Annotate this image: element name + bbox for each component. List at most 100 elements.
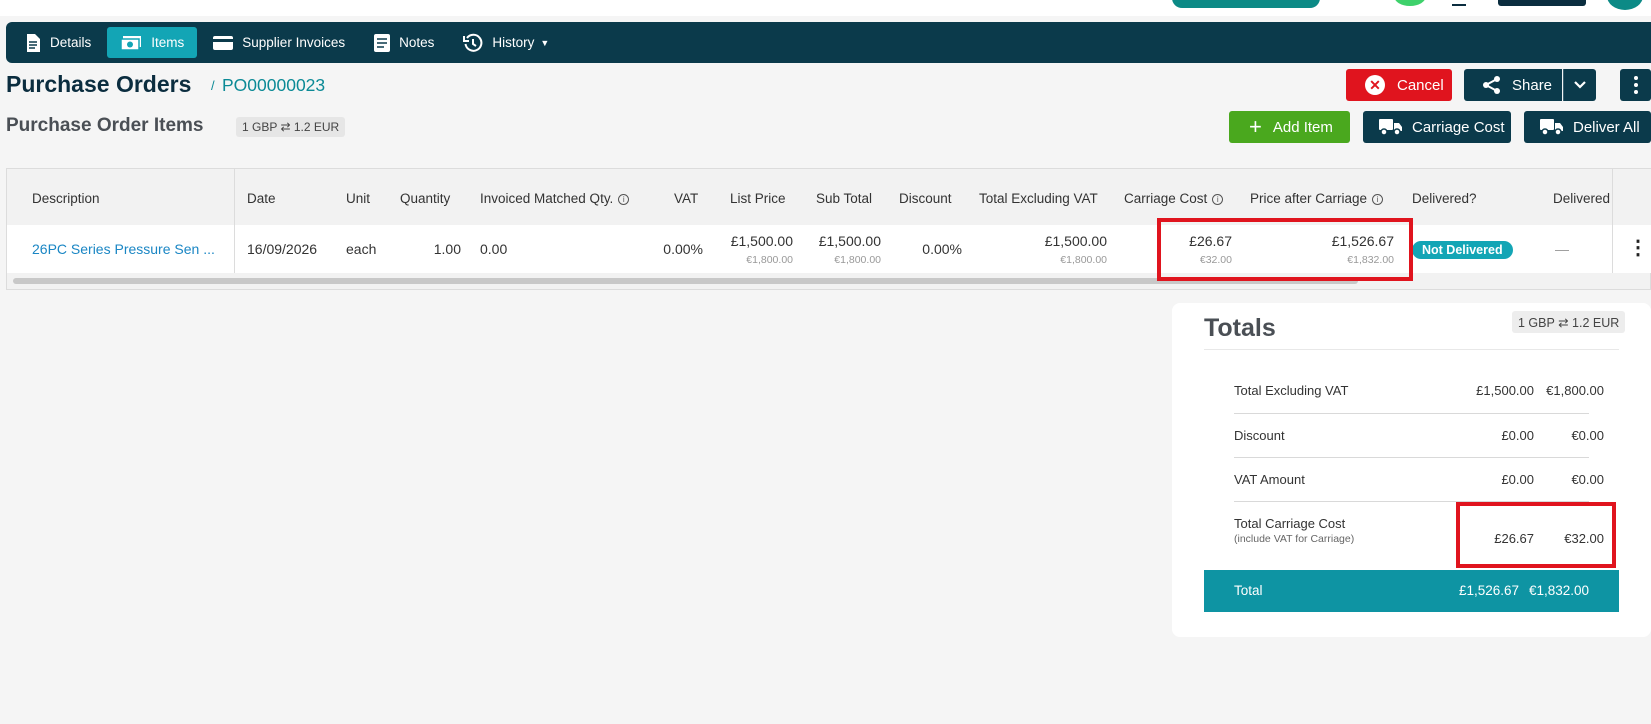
column-header-price-after-carriage[interactable]: Price after Carriage i: [1250, 191, 1384, 206]
avatar[interactable]: [1607, 0, 1643, 10]
tab-items[interactable]: Items: [107, 27, 198, 58]
column-header-label: Invoiced Matched Qty.: [480, 191, 614, 206]
history-icon: [463, 33, 483, 52]
column-header-discount[interactable]: Discount: [899, 191, 952, 206]
bell-icon[interactable]: [1452, 0, 1466, 6]
breadcrumb-separator: /: [211, 78, 215, 93]
tab-details[interactable]: Details: [12, 27, 104, 58]
column-header-invoiced-matched[interactable]: Invoiced Matched Qty. i: [480, 191, 630, 206]
cell-sub-total: £1,500.00: [818, 233, 881, 249]
status-badge: Not Delivered: [1412, 241, 1513, 259]
cancel-button[interactable]: ✕ Cancel: [1346, 69, 1452, 101]
column-divider: [1612, 169, 1613, 273]
whatsapp-icon[interactable]: [1394, 0, 1426, 6]
totals-row-label: Total Excluding VAT: [1234, 383, 1349, 398]
column-header-delivered-q[interactable]: Delivered?: [1412, 191, 1477, 206]
column-header-list-price[interactable]: List Price: [730, 191, 786, 206]
divider: [1204, 349, 1619, 350]
cell-unit: each: [346, 241, 377, 257]
column-header-carriage-cost[interactable]: Carriage Cost i: [1124, 191, 1224, 206]
share-button[interactable]: Share: [1464, 69, 1562, 101]
exchange-rate-badge: 1 GBP ⇄ 1.2 EUR: [1512, 311, 1626, 333]
grand-total-row: Total £1,526.67 €1,832.00: [1204, 570, 1619, 612]
column-header-label: Price after Carriage: [1250, 191, 1368, 206]
totals-row-label-text: Total Carriage Cost: [1234, 516, 1346, 531]
item-description-link[interactable]: 26PC Series Pressure Sen ...: [32, 241, 215, 257]
column-header-unit[interactable]: Unit: [346, 191, 370, 206]
tab-label: Notes: [399, 35, 435, 50]
totals-card: Totals 1 GBP ⇄ 1.2 EUR Total Excluding V…: [1172, 303, 1651, 637]
cell-list-price-eur: €1,800.00: [746, 254, 793, 266]
truck-icon: [1540, 119, 1563, 136]
cell-total-ex-vat: £1,500.00: [1044, 233, 1107, 249]
tab-label: Supplier Invoices: [242, 35, 346, 50]
kebab-icon: [1633, 76, 1638, 94]
totals-row-gbp: £1,500.00: [1476, 383, 1534, 398]
cell-sub-total-eur: €1,800.00: [834, 254, 881, 266]
column-header-quantity[interactable]: Quantity: [400, 191, 450, 206]
chevron-down-icon: [1574, 81, 1586, 89]
cell-list-price: £1,500.00: [730, 233, 793, 249]
cell-invoiced-matched: 0.00: [480, 241, 508, 257]
cell-quantity: 1.00: [433, 241, 461, 257]
truck-icon: [1379, 119, 1402, 136]
money-icon: [120, 35, 142, 51]
info-icon[interactable]: i: [1212, 194, 1224, 205]
column-header-description[interactable]: Description: [32, 191, 100, 206]
carriage-cost-button[interactable]: Carriage Cost: [1363, 111, 1511, 143]
grand-total-gbp: £1,526.67: [1458, 583, 1519, 598]
totals-row-gbp: £0.00: [1501, 472, 1534, 487]
highlight-box-carriage-columns: [1157, 218, 1413, 281]
totals-row-eur: €0.00: [1571, 472, 1604, 487]
share-icon: [1483, 76, 1500, 94]
section-title: Purchase Order Items: [6, 115, 204, 136]
totals-row-eur: €0.00: [1571, 428, 1604, 443]
tab-label: History: [492, 35, 535, 50]
document-icon: [27, 33, 40, 52]
info-icon[interactable]: i: [618, 194, 630, 205]
totals-row: Total Excluding VAT £1,500.00 €1,800.00: [1234, 368, 1604, 414]
top-dark-button[interactable]: [1498, 0, 1586, 6]
close-icon: ✕: [1365, 75, 1385, 95]
cell-delivered: —: [1555, 241, 1569, 257]
card-icon: [213, 35, 234, 50]
share-dropdown-button[interactable]: [1563, 69, 1596, 101]
column-header-total-ex-vat[interactable]: Total Excluding VAT: [979, 191, 1098, 206]
cell-vat: 0.00%: [663, 241, 703, 257]
totals-row-note: (include VAT for Carriage): [1234, 533, 1355, 545]
totals-row: VAT Amount £0.00 €0.00: [1234, 458, 1604, 502]
column-divider: [234, 169, 235, 273]
tab-history[interactable]: History ▼: [450, 27, 562, 58]
chevron-down-icon: ▼: [540, 37, 550, 48]
add-item-label: Add Item: [1272, 118, 1333, 136]
column-header-date[interactable]: Date: [247, 191, 276, 206]
totals-row-eur: €1,800.00: [1546, 383, 1604, 398]
tab-label: Items: [151, 35, 185, 50]
grand-total-eur: €1,832.00: [1528, 583, 1589, 598]
cell-discount: 0.00%: [922, 241, 962, 257]
deliver-all-button[interactable]: Deliver All: [1524, 111, 1651, 143]
totals-row: Discount £0.00 €0.00: [1234, 414, 1604, 458]
column-header-vat[interactable]: VAT: [674, 191, 698, 206]
add-item-button[interactable]: + Add Item: [1229, 111, 1350, 143]
exchange-rate-badge: 1 GBP ⇄ 1.2 EUR: [236, 117, 346, 137]
cancel-label: Cancel: [1397, 76, 1444, 94]
totals-title: Totals: [1204, 314, 1276, 342]
row-actions-kebab-icon[interactable]: ⋮: [1628, 238, 1648, 258]
plus-icon: +: [1249, 114, 1262, 139]
tab-notes[interactable]: Notes: [361, 27, 447, 58]
top-header-strip: [0, 0, 1651, 16]
column-header-sub-total[interactable]: Sub Total: [816, 191, 872, 206]
top-action-pill[interactable]: [1172, 0, 1320, 8]
totals-row-gbp: £0.00: [1501, 428, 1534, 443]
tab-label: Details: [50, 35, 92, 50]
more-options-button[interactable]: [1620, 69, 1651, 101]
breadcrumb-po-number[interactable]: PO00000023: [222, 75, 325, 96]
cell-date: 16/09/2026: [247, 241, 318, 257]
column-header-delivered[interactable]: Delivered: [1553, 191, 1610, 206]
info-icon[interactable]: i: [1372, 194, 1384, 205]
totals-row-label: Total Carriage Cost (include VAT for Car…: [1234, 516, 1354, 545]
share-label: Share: [1512, 76, 1553, 94]
tab-supplier-invoices[interactable]: Supplier Invoices: [200, 27, 358, 58]
totals-row-label: Discount: [1234, 428, 1285, 443]
